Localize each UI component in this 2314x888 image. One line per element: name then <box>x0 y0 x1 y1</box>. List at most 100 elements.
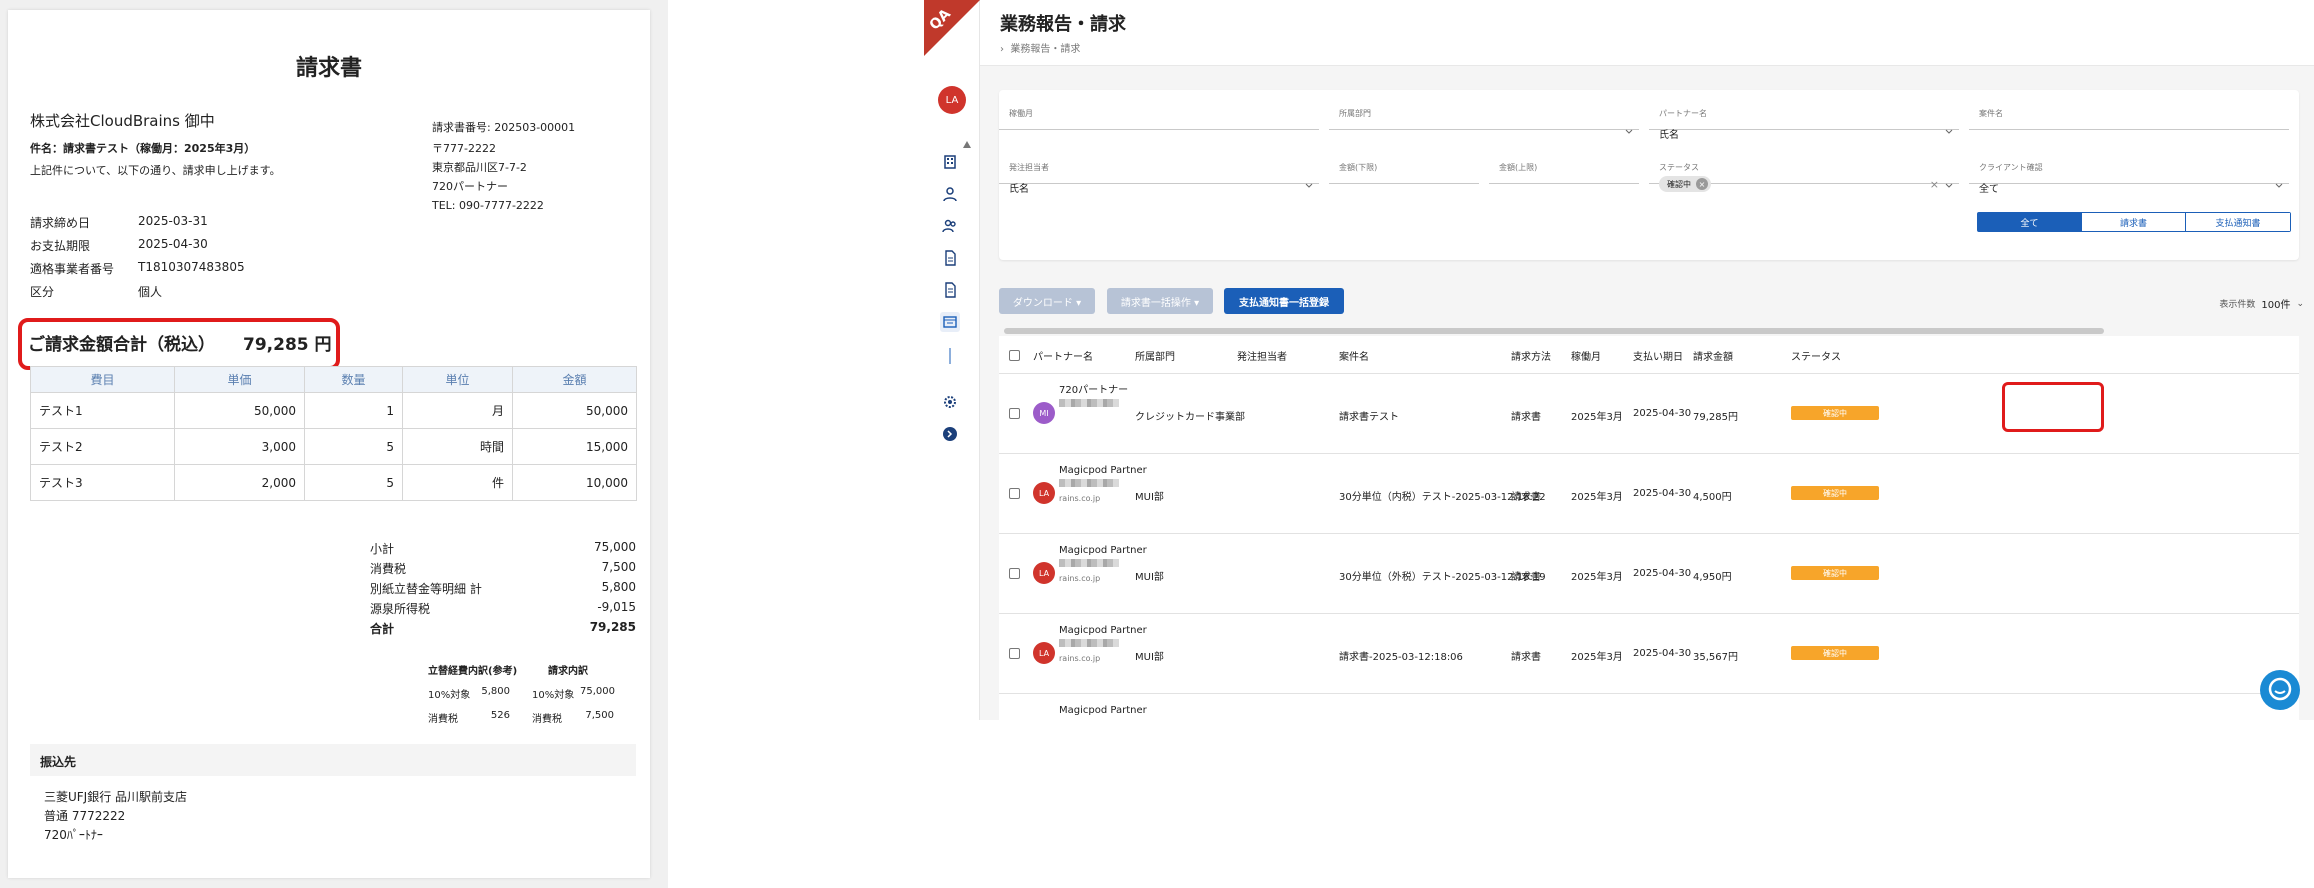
document-icon[interactable] <box>940 248 960 268</box>
chevron-down-icon: ⌄ <box>2296 298 2304 309</box>
collapse-up-icon[interactable] <box>962 140 972 150</box>
row-checkbox[interactable] <box>1009 568 1020 579</box>
partner-avatar: LA <box>1033 642 1055 664</box>
user-avatar[interactable]: LA <box>938 86 966 114</box>
col-project[interactable]: 案件名 <box>1339 348 1369 363</box>
department-select[interactable]: 所属部門 <box>1329 90 1639 134</box>
summary-value: -9,015 <box>597 600 636 614</box>
status-chip[interactable]: 確認中 × <box>1659 176 1711 192</box>
close-icon[interactable]: × <box>1696 178 1708 190</box>
status-badge: 確認中 <box>1791 486 1879 500</box>
table-row[interactable]: LA Magicpod Partner rains.co.jp MUI部 30分… <box>999 454 2299 534</box>
client-check-select[interactable]: クライアント確認 全て <box>1969 144 2289 195</box>
cell-due: 2025-04-30 <box>1633 408 1692 419</box>
item-cell: 10,000 <box>512 464 637 501</box>
cell-amount: 4,500円 <box>1693 492 1732 503</box>
partner-name-select[interactable]: パートナー名 氏名 <box>1649 90 1959 141</box>
item-cell: 50,000 <box>512 392 637 429</box>
report-icon[interactable] <box>940 280 960 300</box>
invoice-meta: 請求締め日 2025-03-31 お支払期限 2025-04-30 適格事業者番号 T… <box>30 214 245 306</box>
bank-line: 普通 7772222 <box>44 809 126 823</box>
status-badge: 確認中 <box>1791 646 1879 660</box>
summary-label: 合計 <box>370 622 395 636</box>
bulk-register-button[interactable]: 支払通知書一括登録 <box>1224 288 1344 314</box>
select-all-checkbox[interactable] <box>1009 350 1020 361</box>
field-label: 案件名 <box>1979 109 2003 118</box>
row-checkbox[interactable] <box>1009 488 1020 499</box>
project-name-field[interactable]: 案件名 <box>1969 90 2289 130</box>
table-row[interactable]: MI 720パートナー クレジットカード事業部 請求書テスト 請求書 2025年… <box>999 374 2299 454</box>
breadcrumb: › 業務報告・請求 <box>1000 40 1080 55</box>
per-page-selector[interactable]: 表示件数 100件 ⌄ <box>2219 296 2304 312</box>
filter-panel: 稼働月 所属部門 パートナー名 氏名 案件名 発注担当者 氏名 金額(下限) 金… <box>999 90 2299 260</box>
partner-avatar: MI <box>1033 402 1055 424</box>
breadcrumb-item[interactable]: 業務報告・請求 <box>1010 44 1080 55</box>
col-partner[interactable]: パートナー名 <box>1033 348 1093 363</box>
col-orderer[interactable]: 発注担当者 <box>1237 348 1287 363</box>
item-cell: 5 <box>304 464 403 501</box>
invoice-summary: 小計 75,000 消費税 7,500 別紙立替金等明細 計 5,800 源泉所得税 -… <box>370 540 636 640</box>
invoice-list-icon[interactable] <box>940 312 960 332</box>
table-row[interactable]: LA Magicpod Partner rains.co.jp MUI部 請求書… <box>999 614 2299 694</box>
row-checkbox[interactable] <box>1009 408 1020 419</box>
row-checkbox[interactable] <box>1009 648 1020 659</box>
col-status[interactable]: ステータス <box>1791 348 1841 363</box>
gear-icon[interactable] <box>940 392 960 412</box>
cell-month: 2025年3月 <box>1571 652 1623 663</box>
col-method[interactable]: 請求方法 <box>1511 348 1551 363</box>
redacted-block <box>1059 559 1119 567</box>
cell-amount: 35,567円 <box>1693 652 1738 663</box>
logout-icon[interactable] <box>940 424 960 444</box>
summary-value: 79,285 <box>589 620 636 634</box>
app-window: QA LA 業務報告・請求 › 業務報告・請求 稼働月 所属部門 パートナー名 … <box>924 0 2314 720</box>
amount-highlight-box <box>2002 382 2104 432</box>
col-month[interactable]: 稼働月 <box>1571 348 1601 363</box>
table-row[interactable]: LA Magicpod Partner rains.co.jp MUI部 30分… <box>999 534 2299 614</box>
meta-value: 2025-04-30 <box>138 237 208 251</box>
field-label: クライアント確認 <box>1979 163 2043 172</box>
chat-icon[interactable] <box>2260 670 2300 710</box>
status-select[interactable]: ステータス 確認中 × × <box>1649 144 1959 192</box>
chevron-down-icon <box>2275 183 2283 188</box>
cell-month: 2025年3月 <box>1571 412 1623 423</box>
chevron-down-icon <box>1945 183 1953 188</box>
breakdown-cell: 消費税 <box>532 714 562 725</box>
status-badge: 確認中 <box>1791 406 1879 420</box>
col-due[interactable]: 支払い期日 <box>1633 348 1683 363</box>
segment-invoice[interactable]: 請求書 <box>2082 213 2186 231</box>
segment-all[interactable]: 全て <box>1978 213 2082 231</box>
building-icon[interactable] <box>940 152 960 172</box>
invoice-subject: 件名：請求書テスト（稼働月：2025年3月） <box>30 142 256 155</box>
meta-value: 個人 <box>138 285 163 299</box>
col-department[interactable]: 所属部門 <box>1135 348 1175 363</box>
table-row[interactable]: Magicpod Partner <box>999 694 2299 720</box>
redacted-block <box>1059 479 1119 487</box>
item-cell: 件 <box>402 464 513 501</box>
item-cell: 15,000 <box>512 428 637 465</box>
item-cell: 3,000 <box>174 428 305 465</box>
cell-due: 2025-04-30 <box>1633 648 1692 659</box>
bulk-invoice-button[interactable]: 請求書一括操作 ▾ <box>1107 288 1213 314</box>
group-icon[interactable] <box>940 216 960 236</box>
orderer-select[interactable]: 発注担当者 氏名 <box>999 144 1319 195</box>
invoice-items-table: 費目 単価 数量 単位 金額 テスト1 50,000 1 月 50,000 テス… <box>30 366 637 501</box>
meta-label: 区分 <box>30 285 55 299</box>
clear-icon[interactable]: × <box>1930 178 1939 191</box>
amount-max-field[interactable]: 金額(上限) <box>1489 144 1639 184</box>
partner-email: rains.co.jp <box>1059 574 1101 583</box>
download-button[interactable]: ダウンロード ▾ <box>999 288 1095 314</box>
partner-email: rains.co.jp <box>1059 654 1101 663</box>
horizontal-scrollbar[interactable] <box>1004 328 2104 334</box>
breakdown-cell: 消費税 <box>428 714 458 725</box>
col-amount[interactable]: 請求金額 <box>1693 348 1733 363</box>
invoice-title: 請求書 <box>295 56 362 81</box>
summary-value: 7,500 <box>601 560 636 574</box>
invoice-preview-panel: 請求書 株式会社CloudBrains 御中 件名：請求書テスト（稼働月：202… <box>0 0 668 888</box>
amount-min-field[interactable]: 金額(下限) <box>1329 144 1479 184</box>
issuer-name: 720パートナー <box>432 180 508 193</box>
invoice-number: 請求書番号: 202503-00001 <box>432 121 576 134</box>
work-month-field[interactable]: 稼働月 <box>999 90 1319 130</box>
segment-payment-notice[interactable]: 支払通知書 <box>2186 213 2290 231</box>
meta-label: お支払期限 <box>30 239 91 253</box>
person-icon[interactable] <box>940 184 960 204</box>
